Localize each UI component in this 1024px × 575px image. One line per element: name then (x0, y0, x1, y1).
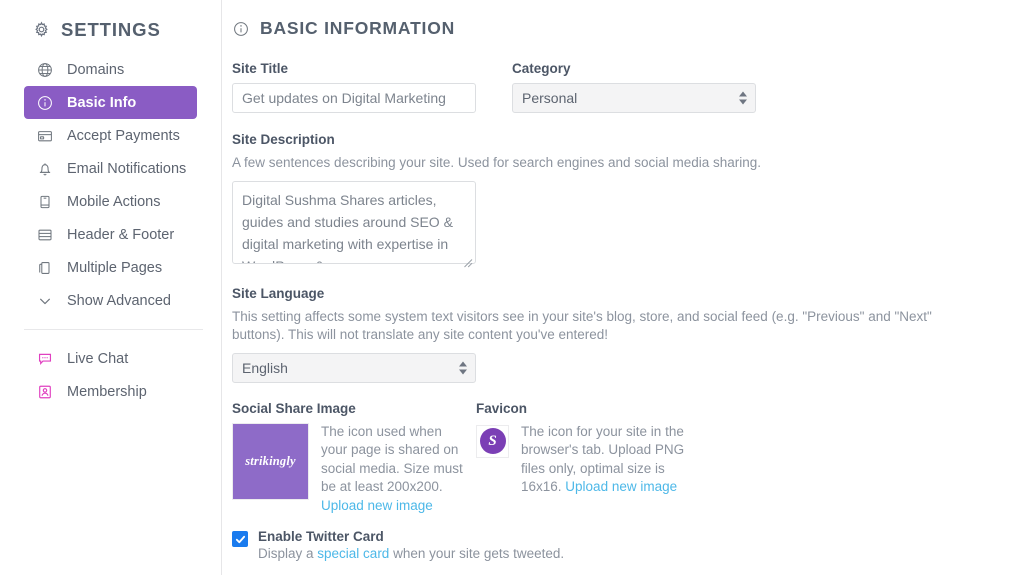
site-language-field: Site Language This setting affects some … (232, 286, 1023, 383)
sidebar-item-email-notifications[interactable]: Email Notifications (24, 152, 197, 185)
layout-rows-icon (36, 226, 53, 243)
globe-icon (36, 61, 53, 78)
right-gutter (1015, 0, 1024, 575)
main-content: BASIC INFORMATION Site Title Category Pe… (222, 0, 1024, 575)
info-circle-icon (36, 94, 53, 111)
social-share-image-help-text: The icon used when your page is shared o… (321, 423, 463, 495)
sidebar-item-header-footer[interactable]: Header & Footer (24, 218, 197, 251)
category-field: Category Personal (512, 61, 792, 113)
mobile-phone-icon (36, 193, 53, 210)
sidebar-item-mobile-actions[interactable]: Mobile Actions (24, 185, 197, 218)
site-language-help: This setting affects some system text vi… (232, 308, 932, 343)
twitter-card-sub-before: Display a (258, 546, 318, 561)
page-title: BASIC INFORMATION (260, 18, 456, 38)
site-title-label: Site Title (232, 61, 289, 76)
site-title-input[interactable] (232, 83, 476, 113)
sidebar-item-label: Email Notifications (67, 160, 187, 177)
sidebar: SETTINGS Domains Basic Info Accept Payme… (0, 0, 222, 575)
sidebar-item-basic-info[interactable]: Basic Info (24, 86, 197, 119)
favicon-field: Favicon S The icon for your site in the … (476, 401, 726, 516)
chat-bubble-icon (36, 350, 53, 367)
sidebar-item-live-chat[interactable]: Live Chat (24, 342, 197, 375)
social-share-upload-link[interactable]: Upload new image (321, 498, 433, 513)
sidebar-item-label: Basic Info (67, 94, 137, 111)
site-description-field: Site Description A few sentences describ… (232, 132, 1023, 269)
bell-icon (36, 160, 53, 177)
site-language-label: Site Language (232, 285, 325, 301)
sidebar-item-membership[interactable]: Membership (24, 375, 197, 408)
info-circle-icon (232, 20, 249, 37)
site-language-select[interactable]: English (232, 352, 476, 383)
credit-card-icon (36, 127, 53, 144)
site-description-textarea[interactable]: Digital Sushma Shares articles, guides a… (232, 180, 476, 264)
copy-pages-icon (36, 259, 53, 276)
member-card-icon (36, 383, 53, 400)
sidebar-item-label: Multiple Pages (67, 259, 163, 276)
sidebar-title: SETTINGS (61, 18, 161, 40)
twitter-card-sub-after: when your site gets tweeted. (389, 546, 565, 561)
sidebar-item-label: Accept Payments (67, 127, 180, 144)
sidebar-divider (24, 329, 203, 330)
enable-twitter-card-checkbox[interactable] (232, 531, 248, 547)
twitter-card-title: Enable Twitter Card (258, 529, 384, 544)
section-header: BASIC INFORMATION (232, 18, 1023, 39)
gear-icon (33, 21, 50, 38)
sidebar-item-show-advanced[interactable]: Show Advanced (24, 284, 197, 317)
sidebar-item-label: Live Chat (67, 350, 129, 367)
chevron-down-icon (36, 292, 53, 309)
category-label: Category (512, 61, 571, 76)
social-share-image-label: Social Share Image (232, 400, 356, 416)
sidebar-item-accept-payments[interactable]: Accept Payments (24, 119, 197, 152)
sidebar-item-domains[interactable]: Domains (24, 53, 197, 86)
site-title-field: Site Title (232, 61, 512, 113)
social-share-image-thumbnail[interactable]: strikingly (232, 422, 309, 500)
sidebar-item-label: Header & Footer (67, 226, 175, 243)
sidebar-nav: Domains Basic Info Accept Payments Email… (0, 53, 221, 408)
site-description-label: Site Description (232, 132, 335, 147)
favicon-letter: S (479, 428, 506, 454)
favicon-help: The icon for your site in the browser's … (521, 423, 706, 497)
sidebar-header: SETTINGS (0, 0, 221, 42)
favicon-thumbnail[interactable]: S (476, 424, 509, 458)
strikingly-logo-text: strikingly (245, 453, 296, 468)
favicon-label: Favicon (476, 400, 528, 416)
special-card-link[interactable]: special card (317, 546, 389, 561)
sidebar-item-label: Domains (67, 61, 125, 78)
sidebar-item-multiple-pages[interactable]: Multiple Pages (24, 251, 197, 284)
sidebar-item-label: Mobile Actions (67, 193, 161, 210)
settings-page: SETTINGS Domains Basic Info Accept Payme… (0, 0, 1024, 575)
category-select[interactable]: Personal (512, 83, 756, 113)
favicon-upload-link[interactable]: Upload new image (565, 479, 677, 494)
social-share-image-field: Social Share Image strikingly The icon u… (232, 401, 476, 516)
twitter-card-field: Enable Twitter Card Display a special ca… (232, 529, 1023, 561)
sidebar-item-label: Show Advanced (67, 292, 171, 309)
twitter-card-subtitle: Display a special card when your site ge… (258, 546, 564, 561)
site-description-help: A few sentences describing your site. Us… (232, 155, 762, 170)
social-share-image-help: The icon used when your page is shared o… (321, 423, 469, 516)
sidebar-item-label: Membership (67, 383, 147, 400)
